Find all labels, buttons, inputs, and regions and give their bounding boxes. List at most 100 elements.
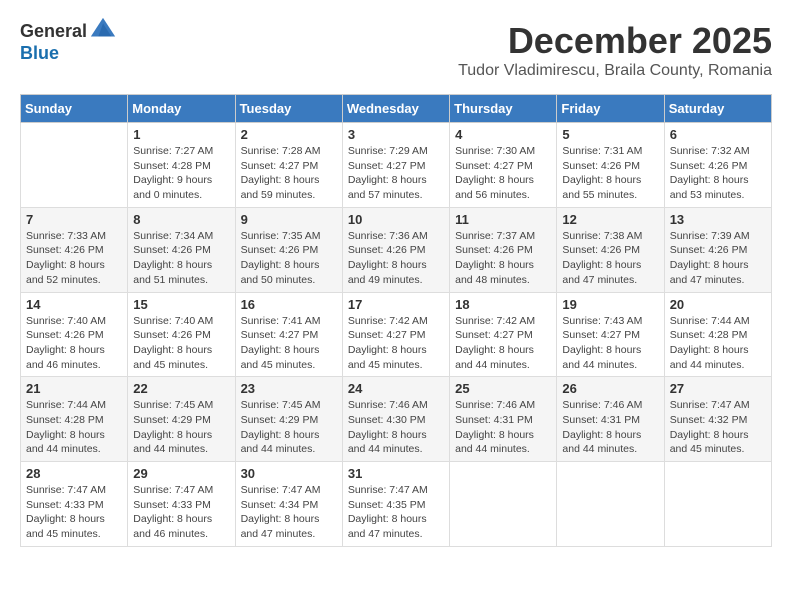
title-section: December 2025 Tudor Vladimirescu, Braila… [458, 20, 772, 90]
day-number: 27 [670, 381, 766, 396]
day-info: Sunrise: 7:27 AMSunset: 4:28 PMDaylight:… [133, 144, 229, 203]
day-number: 4 [455, 127, 551, 142]
calendar-cell: 11 Sunrise: 7:37 AMSunset: 4:26 PMDayligh… [450, 207, 557, 292]
calendar-cell: 14Sunrise: 7:40 AMSunset: 4:26 PMDayligh… [21, 292, 128, 377]
day-number: 13 [670, 212, 766, 227]
day-info: Sunrise: 7:47 AMSunset: 4:34 PMDaylight:… [241, 483, 337, 542]
calendar-cell [450, 462, 557, 547]
calendar-cell: 25 Sunrise: 7:46 AMSunset: 4:31 PMDayligh… [450, 377, 557, 462]
calendar-week-4: 21 Sunrise: 7:44 AMSunset: 4:28 PMDayligh… [21, 377, 772, 462]
day-info: Sunrise: 7:45 AMSunset: 4:29 PMDaylight:… [133, 398, 229, 457]
header-monday: Monday [128, 95, 235, 123]
day-info: Sunrise: 7:40 AMSunset: 4:26 PMDaylight:… [26, 314, 122, 373]
calendar-cell: 7 Sunrise: 7:33 AMSunset: 4:26 PMDaylight… [21, 207, 128, 292]
calendar-week-1: 1 Sunrise: 7:27 AMSunset: 4:28 PMDaylight… [21, 123, 772, 208]
day-number: 20 [670, 297, 766, 312]
day-info: Sunrise: 7:43 AMSunset: 4:27 PMDaylight:… [562, 314, 658, 373]
day-info: Sunrise: 7:28 AMSunset: 4:27 PMDaylight:… [241, 144, 337, 203]
day-info: Sunrise: 7:42 AMSunset: 4:27 PMDaylight:… [455, 314, 551, 373]
calendar-cell [664, 462, 771, 547]
calendar-cell: 29Sunrise: 7:47 AMSunset: 4:33 PMDayligh… [128, 462, 235, 547]
day-info: Sunrise: 7:46 AMSunset: 4:31 PMDaylight:… [562, 398, 658, 457]
day-number: 17 [348, 297, 444, 312]
day-number: 28 [26, 466, 122, 481]
month-title: December 2025 [458, 20, 772, 62]
day-info: Sunrise: 7:46 AMSunset: 4:31 PMDaylight:… [455, 398, 551, 457]
day-info: Sunrise: 7:35 AMSunset: 4:26 PMDaylight:… [241, 229, 337, 288]
calendar-cell: 15Sunrise: 7:40 AMSunset: 4:26 PMDayligh… [128, 292, 235, 377]
day-info: Sunrise: 7:36 AMSunset: 4:26 PMDaylight:… [348, 229, 444, 288]
day-number: 30 [241, 466, 337, 481]
day-info: Sunrise: 7:41 AMSunset: 4:27 PMDaylight:… [241, 314, 337, 373]
calendar-cell: 23 Sunrise: 7:45 AMSunset: 4:29 PMDayligh… [235, 377, 342, 462]
header-wednesday: Wednesday [342, 95, 449, 123]
day-number: 3 [348, 127, 444, 142]
location-title: Tudor Vladimirescu, Braila County, Roman… [458, 62, 772, 80]
day-info: Sunrise: 7:44 AMSunset: 4:28 PMDaylight:… [26, 398, 122, 457]
header-sunday: Sunday [21, 95, 128, 123]
calendar-cell: 19 Sunrise: 7:43 AMSunset: 4:27 PMDayligh… [557, 292, 664, 377]
day-info: Sunrise: 7:47 AMSunset: 4:32 PMDaylight:… [670, 398, 766, 457]
day-number: 8 [133, 212, 229, 227]
day-number: 22 [133, 381, 229, 396]
logo-general: General [20, 22, 87, 42]
day-info: Sunrise: 7:47 AMSunset: 4:33 PMDaylight:… [26, 483, 122, 542]
day-number: 5 [562, 127, 658, 142]
calendar-cell: 24 Sunrise: 7:46 AMSunset: 4:30 PMDayligh… [342, 377, 449, 462]
day-number: 21 [26, 381, 122, 396]
calendar-week-3: 14Sunrise: 7:40 AMSunset: 4:26 PMDayligh… [21, 292, 772, 377]
day-info: Sunrise: 7:45 AMSunset: 4:29 PMDaylight:… [241, 398, 337, 457]
day-number: 24 [348, 381, 444, 396]
calendar-cell: 17 Sunrise: 7:42 AMSunset: 4:27 PMDayligh… [342, 292, 449, 377]
calendar-week-5: 28 Sunrise: 7:47 AMSunset: 4:33 PMDayligh… [21, 462, 772, 547]
day-info: Sunrise: 7:47 AMSunset: 4:35 PMDaylight:… [348, 483, 444, 542]
day-number: 29 [133, 466, 229, 481]
calendar-cell: 20 Sunrise: 7:44 AMSunset: 4:28 PMDayligh… [664, 292, 771, 377]
logo-icon [89, 16, 117, 44]
day-number: 6 [670, 127, 766, 142]
calendar-cell: 5Sunrise: 7:31 AMSunset: 4:26 PMDaylight… [557, 123, 664, 208]
day-info: Sunrise: 7:33 AMSunset: 4:26 PMDaylight:… [26, 229, 122, 288]
day-info: Sunrise: 7:30 AMSunset: 4:27 PMDaylight:… [455, 144, 551, 203]
calendar-cell [557, 462, 664, 547]
calendar-cell: 22 Sunrise: 7:45 AMSunset: 4:29 PMDayligh… [128, 377, 235, 462]
day-number: 7 [26, 212, 122, 227]
calendar-cell: 31 Sunrise: 7:47 AMSunset: 4:35 PMDayligh… [342, 462, 449, 547]
day-number: 25 [455, 381, 551, 396]
calendar-cell: 10 Sunrise: 7:36 AMSunset: 4:26 PMDayligh… [342, 207, 449, 292]
day-number: 15 [133, 297, 229, 312]
calendar-cell: 9 Sunrise: 7:35 AMSunset: 4:26 PMDaylight… [235, 207, 342, 292]
calendar-header: SundayMondayTuesdayWednesdayThursdayFrid… [21, 95, 772, 123]
header-saturday: Saturday [664, 95, 771, 123]
day-info: Sunrise: 7:46 AMSunset: 4:30 PMDaylight:… [348, 398, 444, 457]
header-thursday: Thursday [450, 95, 557, 123]
day-info: Sunrise: 7:38 AMSunset: 4:26 PMDaylight:… [562, 229, 658, 288]
logo-blue: Blue [20, 43, 59, 63]
day-info: Sunrise: 7:42 AMSunset: 4:27 PMDaylight:… [348, 314, 444, 373]
calendar-cell: 8 Sunrise: 7:34 AMSunset: 4:26 PMDaylight… [128, 207, 235, 292]
day-info: Sunrise: 7:29 AMSunset: 4:27 PMDaylight:… [348, 144, 444, 203]
calendar-cell: 28 Sunrise: 7:47 AMSunset: 4:33 PMDayligh… [21, 462, 128, 547]
calendar-cell: 4 Sunrise: 7:30 AMSunset: 4:27 PMDaylight… [450, 123, 557, 208]
day-info: Sunrise: 7:37 AMSunset: 4:26 PMDaylight:… [455, 229, 551, 288]
calendar-cell: 13 Sunrise: 7:39 AMSunset: 4:26 PMDayligh… [664, 207, 771, 292]
day-number: 1 [133, 127, 229, 142]
header-friday: Friday [557, 95, 664, 123]
day-info: Sunrise: 7:39 AMSunset: 4:26 PMDaylight:… [670, 229, 766, 288]
calendar-cell: 27 Sunrise: 7:47 AMSunset: 4:32 PMDayligh… [664, 377, 771, 462]
day-number: 18 [455, 297, 551, 312]
day-number: 12 [562, 212, 658, 227]
day-number: 31 [348, 466, 444, 481]
calendar-cell [21, 123, 128, 208]
day-info: Sunrise: 7:44 AMSunset: 4:28 PMDaylight:… [670, 314, 766, 373]
day-number: 19 [562, 297, 658, 312]
calendar-cell: 21 Sunrise: 7:44 AMSunset: 4:28 PMDayligh… [21, 377, 128, 462]
day-number: 23 [241, 381, 337, 396]
day-number: 9 [241, 212, 337, 227]
header-tuesday: Tuesday [235, 95, 342, 123]
calendar-cell: 2Sunrise: 7:28 AMSunset: 4:27 PMDaylight… [235, 123, 342, 208]
calendar-cell: 3 Sunrise: 7:29 AMSunset: 4:27 PMDaylight… [342, 123, 449, 208]
day-number: 11 [455, 212, 551, 227]
day-info: Sunrise: 7:34 AMSunset: 4:26 PMDaylight:… [133, 229, 229, 288]
day-number: 10 [348, 212, 444, 227]
